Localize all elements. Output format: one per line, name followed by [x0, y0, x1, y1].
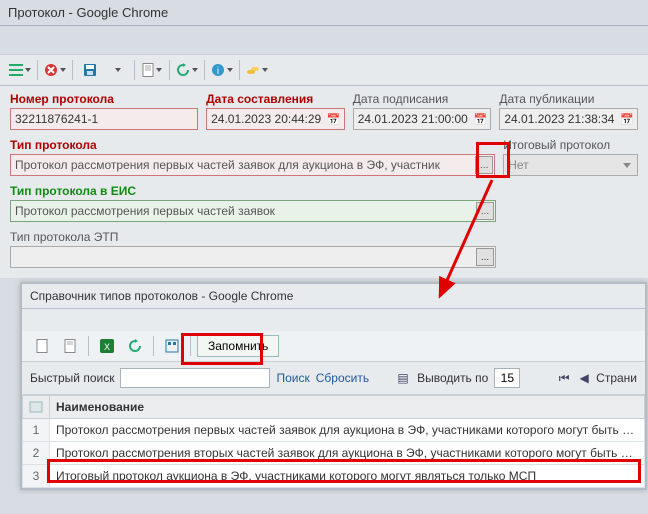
table-row[interactable]: 1Протокол рассмотрения первых частей зая…: [23, 419, 645, 442]
input-date-signed[interactable]: 24.01.2023 21:00:00📅: [353, 108, 492, 130]
page-size-input[interactable]: [494, 368, 520, 388]
col-select: [23, 396, 50, 419]
label-date-created: Дата составления: [206, 92, 345, 106]
label-date-signed: Дата подписания: [353, 92, 492, 106]
annotation-arrow: [430, 176, 510, 306]
search-row: Быстрый поиск Поиск Сбросить ▤ Выводить …: [22, 362, 645, 395]
separator: [88, 336, 89, 356]
separator: [37, 60, 38, 80]
type-picker-button[interactable]: ...: [475, 156, 493, 174]
new-doc-icon[interactable]: [30, 335, 54, 357]
refresh-icon[interactable]: [175, 59, 199, 81]
label-number: Номер протокола: [10, 92, 198, 106]
search-input[interactable]: [120, 368, 270, 388]
save-icon[interactable]: [78, 59, 102, 81]
row-number: 1: [23, 419, 50, 442]
info-icon[interactable]: i: [210, 59, 234, 81]
col-name[interactable]: Наименование: [50, 396, 645, 419]
edit-icon[interactable]: [58, 335, 82, 357]
first-page-icon[interactable]: ⏮: [556, 370, 572, 386]
svg-text:i: i: [217, 66, 219, 77]
label-date-published: Дата публикации: [499, 92, 638, 106]
form-area: Номер протокола 32211876241-1 Дата соста…: [0, 86, 648, 278]
calendar-icon[interactable]: 📅: [325, 110, 343, 128]
dialog-toolbar: X Запомнить: [22, 331, 645, 362]
close-icon[interactable]: [43, 59, 67, 81]
separator: [190, 336, 191, 356]
save-dropdown-icon[interactable]: [105, 59, 129, 81]
separator: [72, 60, 73, 80]
row-name: Протокол рассмотрения вторых частей заяв…: [50, 442, 645, 465]
input-number[interactable]: 32211876241-1: [10, 108, 198, 130]
svg-text:X: X: [104, 342, 110, 352]
row-number: 2: [23, 442, 50, 465]
table-row[interactable]: 3Итоговый протокол аукциона в ЭФ, участн…: [23, 465, 645, 488]
label-type: Тип протокола: [10, 138, 495, 152]
search-link[interactable]: Поиск: [276, 371, 309, 385]
input-type-etp[interactable]: ...: [10, 246, 496, 268]
table-row[interactable]: 2Протокол рассмотрения вторых частей зая…: [23, 442, 645, 465]
remember-button[interactable]: Запомнить: [197, 335, 279, 357]
doc-icon[interactable]: [140, 59, 164, 81]
separator: [204, 60, 205, 80]
input-date-published[interactable]: 24.01.2023 21:38:34📅: [499, 108, 638, 130]
row-name: Протокол рассмотрения первых частей заяв…: [50, 419, 645, 442]
dialog-title: Справочник типов протоколов - Google Chr…: [22, 284, 645, 309]
input-type-eis[interactable]: Протокол рассмотрения первых частей заяв…: [10, 200, 496, 222]
reload-icon[interactable]: [123, 335, 147, 357]
separator: [153, 336, 154, 356]
final-dropdown[interactable]: Нет: [503, 154, 638, 176]
separator: [169, 60, 170, 80]
calendar-icon[interactable]: 📅: [618, 110, 636, 128]
coins-icon[interactable]: [245, 59, 269, 81]
reset-link[interactable]: Сбросить: [316, 371, 369, 385]
window-title: Протокол - Google Chrome: [0, 0, 648, 26]
excel-icon[interactable]: X: [95, 335, 119, 357]
prev-page-icon[interactable]: ◀: [576, 370, 592, 386]
calendar-icon[interactable]: 📅: [471, 110, 489, 128]
input-type[interactable]: Протокол рассмотрения первых частей заяв…: [10, 154, 495, 176]
row-name: Итоговый протокол аукциона в ЭФ, участни…: [50, 465, 645, 488]
results-table: Наименование 1Протокол рассмотрения перв…: [22, 395, 645, 488]
quick-search-label: Быстрый поиск: [30, 371, 114, 385]
input-date-created[interactable]: 24.01.2023 20:44:29📅: [206, 108, 345, 130]
label-type-eis: Тип протокола в ЕИС: [10, 184, 496, 198]
columns-icon[interactable]: ▤: [395, 370, 411, 386]
separator: [239, 60, 240, 80]
label-final: Итоговый протокол: [503, 138, 638, 152]
picker-dialog: Справочник типов протоколов - Google Chr…: [20, 282, 647, 490]
label-type-etp: Тип протокола ЭТП: [10, 230, 496, 244]
settings-icon[interactable]: [160, 335, 184, 357]
main-toolbar: i: [0, 54, 648, 86]
page-label: Страни: [596, 371, 637, 385]
separator: [134, 60, 135, 80]
menu-icon[interactable]: [8, 59, 32, 81]
row-number: 3: [23, 465, 50, 488]
show-by-label: Выводить по: [417, 371, 488, 385]
